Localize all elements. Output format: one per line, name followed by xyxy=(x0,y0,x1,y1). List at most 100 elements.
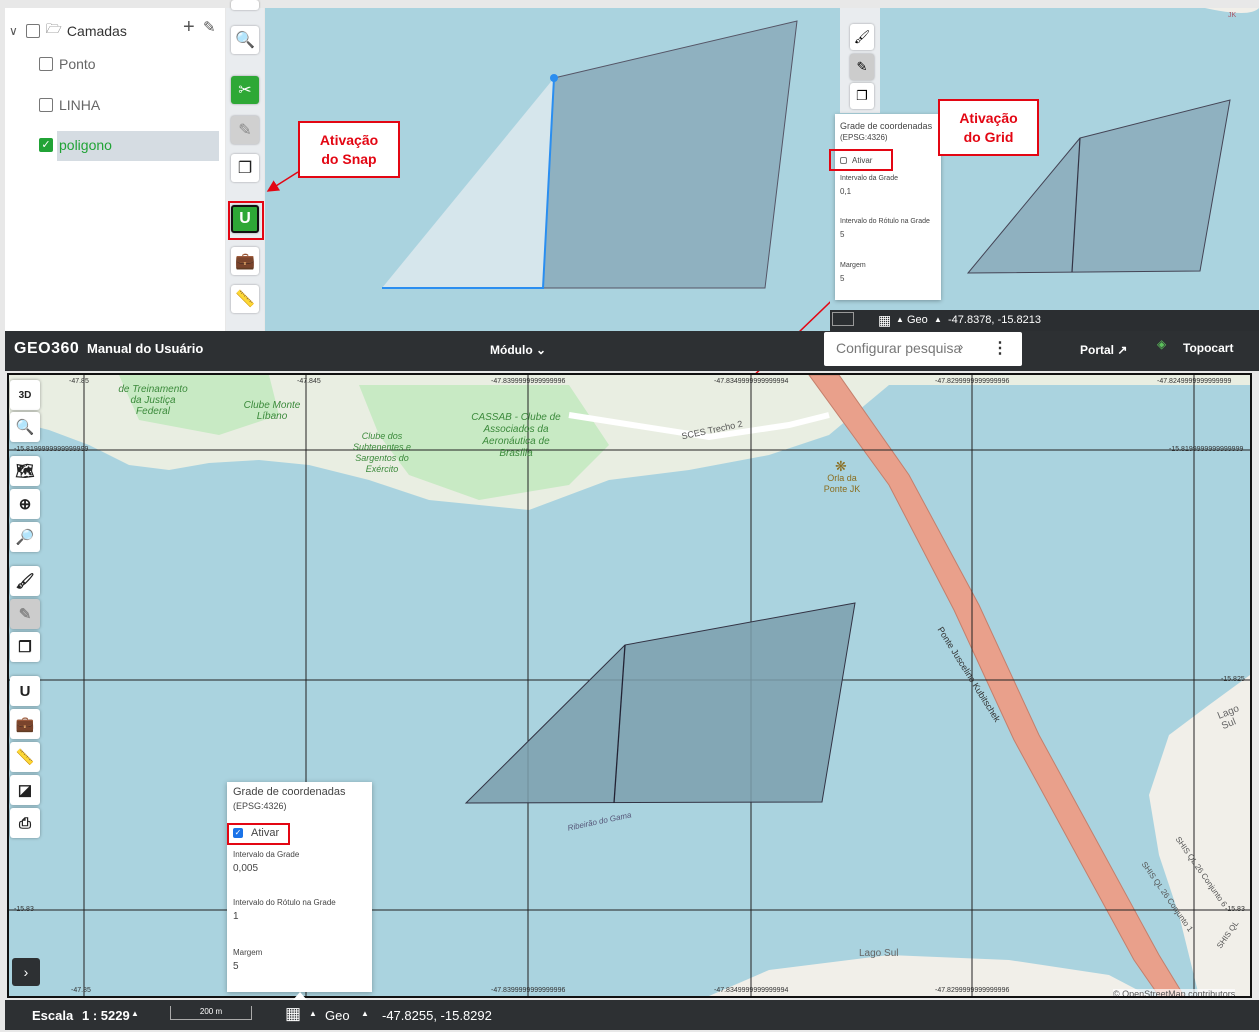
zoom-box-button[interactable]: 🔍 xyxy=(231,26,259,54)
margin-value[interactable]: 5 xyxy=(840,274,844,283)
measure-button[interactable]: 📏 xyxy=(10,742,40,772)
bottom-tick-label: -47.8399999999999996 xyxy=(491,987,566,994)
layer-label: LINHA xyxy=(59,97,101,113)
viewpoint-icon: ❋ xyxy=(835,458,847,474)
3d-label: 3D xyxy=(18,389,32,401)
module-menu[interactable]: Módulo ⌄ xyxy=(490,343,546,357)
layer-label: poligono xyxy=(59,137,112,153)
bottom-tick-label: -47.8299999999999996 xyxy=(935,987,1010,994)
cursor-coordinates: -47.8378, -15.8213 xyxy=(948,314,1041,326)
copy-button[interactable]: ❐ xyxy=(850,83,874,109)
layer-item-ponto[interactable]: Ponto xyxy=(39,56,96,72)
top-tick-label: -47.85 xyxy=(69,378,89,385)
3d-button[interactable]: 3D xyxy=(10,380,40,410)
pencil-icon: ✎ xyxy=(18,606,32,623)
layer-group-checkbox[interactable] xyxy=(25,24,40,38)
place-label: Clube dos Subtenentes e Sargentos do Exé… xyxy=(352,431,412,474)
caret-up-icon[interactable]: ▲ xyxy=(934,315,942,324)
grid-icon[interactable]: ▦ xyxy=(285,1004,301,1024)
projection-mode[interactable]: Geo xyxy=(907,314,928,326)
edit-toolbar: 🔍 ✂ ✎ ❐ U 💼 📏 xyxy=(226,0,264,332)
toolbar-btn-partial[interactable] xyxy=(231,0,259,10)
external-link-icon: ↗ xyxy=(1117,343,1128,357)
briefcase-icon: 💼 xyxy=(235,253,255,270)
chevron-down-icon[interactable]: ∨ xyxy=(9,24,18,38)
caret-up-icon[interactable]: ▲ xyxy=(361,1009,369,1018)
draw-button[interactable]: 🖌 xyxy=(10,566,40,596)
search-placeholder[interactable]: Configurar pesquisa xyxy=(836,340,961,356)
projection-mode[interactable]: Geo xyxy=(325,1008,350,1023)
bottom-tick-label: -47.8349999999999994 xyxy=(714,987,789,994)
copy-icon: ❐ xyxy=(18,639,32,656)
layer-checkbox-checked[interactable]: ✓ xyxy=(39,138,53,152)
edit-vertex-button[interactable]: ✎ xyxy=(850,54,874,80)
edit-vertex-button[interactable]: ✎ xyxy=(231,116,259,144)
copy-button[interactable]: ❐ xyxy=(231,154,259,182)
place-label: Lago Sul xyxy=(859,948,899,959)
margin-label: Margem xyxy=(233,948,263,957)
layer-compare-button[interactable]: ◪ xyxy=(10,775,40,805)
app-logo[interactable]: GEO360 xyxy=(14,340,79,358)
manual-title[interactable]: Manual do Usuário xyxy=(87,341,203,356)
caret-up-icon[interactable]: ▲ xyxy=(131,1009,139,1018)
grid-settings-popup-small: Grade de coordenadas (EPSG:4326) Ativar … xyxy=(835,114,941,300)
layer-tools-button[interactable]: 💼 xyxy=(231,247,259,275)
draw-button[interactable]: 🖌 xyxy=(850,24,874,50)
layer-item-poligono[interactable]: ✓ poligono xyxy=(39,137,112,153)
locate-button[interactable]: ⊕ xyxy=(10,489,40,519)
magnet-icon: U xyxy=(19,682,31,700)
portal-link[interactable]: Portal ↗ xyxy=(1080,343,1127,357)
map-attribution[interactable]: © OpenStreetMap contributors xyxy=(1113,989,1236,996)
print-button[interactable]: ⎙ xyxy=(10,808,40,838)
existing-polygon xyxy=(542,20,798,289)
edit-vertex-button[interactable]: ✎ xyxy=(10,599,40,629)
copy-button[interactable]: ❐ xyxy=(10,632,40,662)
label-interval-label: Intervalo do Rótulo na Grade xyxy=(840,218,930,225)
map-tools-column: 3D 🔍 🗺 ⊕ 🔎 🖌 ✎ ❐ U 💼 📏 ◪ ⎙ xyxy=(10,378,42,848)
measure-button[interactable]: 📏 xyxy=(231,285,259,313)
basemap-button[interactable]: 🗺 xyxy=(10,456,40,486)
map-base-svg: ❋ xyxy=(9,375,1250,996)
left-tick-label: -15.83 xyxy=(14,906,34,913)
place-label: Orla da Ponte JK xyxy=(823,473,861,494)
layer-checkbox[interactable] xyxy=(39,57,53,71)
main-map[interactable]: ❋ -47.85 -47.845 -47.8399999999999996 -4… xyxy=(7,373,1252,998)
scalebar: 200 m xyxy=(170,1006,252,1020)
snap-button[interactable]: U xyxy=(10,676,40,706)
search-button[interactable]: 🔍 xyxy=(10,412,40,442)
caret-up-icon[interactable]: ▲ xyxy=(309,1009,317,1018)
grid-polygon[interactable] xyxy=(464,602,856,804)
place-label: CASSAB - Clube de Associados da Aeronáut… xyxy=(471,412,561,459)
snap-annotation: Ativação do Snap xyxy=(298,121,400,178)
margin-value[interactable]: 5 xyxy=(233,961,239,972)
label-interval-value[interactable]: 5 xyxy=(840,230,844,239)
zoom-box-button[interactable]: 🔎 xyxy=(10,522,40,552)
interval-value[interactable]: 0,005 xyxy=(233,863,258,874)
layer-item-linha[interactable]: LINHA xyxy=(39,97,100,113)
top-tick-label: -47.845 xyxy=(297,378,321,385)
sketch-vertex[interactable] xyxy=(550,74,558,82)
top-tick-label: -47.8249999999999999 xyxy=(1157,378,1232,385)
chevron-right-icon[interactable]: › xyxy=(959,339,963,354)
search-config-box[interactable]: Configurar pesquisa › ⋮ xyxy=(824,332,1022,366)
interval-value[interactable]: 0,1 xyxy=(840,187,851,196)
grid-annotation: Ativação do Grid xyxy=(938,99,1039,156)
grid-icon[interactable]: ▦ xyxy=(878,312,891,329)
caret-up-icon[interactable]: ▲ xyxy=(896,315,904,324)
top-right-status-bar: ▦ ▲ Geo ▲ -47.8378, -15.8213 xyxy=(830,310,1259,331)
layer-tools-button[interactable]: 💼 xyxy=(10,709,40,739)
chevron-right-icon: › xyxy=(23,964,29,980)
status-bar: Escala 1 : 5229 ▲ 200 m ▦ ▲ Geo ▲ -47.82… xyxy=(5,992,1259,1030)
edit-pencil-icon[interactable]: ✎ xyxy=(203,18,216,36)
layer-group-row[interactable]: ∨ 🗁 Camadas xyxy=(9,20,127,42)
scale-value[interactable]: 1 : 5229 xyxy=(82,1008,130,1023)
interval-label: Intervalo da Grade xyxy=(840,175,898,182)
expand-panel-button[interactable]: › xyxy=(12,958,40,986)
cut-split-button[interactable]: ✂ xyxy=(231,76,259,104)
layer-checkbox[interactable] xyxy=(39,98,53,112)
sketch-polygon xyxy=(382,78,554,288)
company-label[interactable]: Topocart xyxy=(1183,341,1233,355)
more-options-icon[interactable]: ⋮ xyxy=(992,338,1008,358)
label-interval-value[interactable]: 1 xyxy=(233,911,239,922)
add-layer-icon[interactable]: + xyxy=(183,16,195,39)
